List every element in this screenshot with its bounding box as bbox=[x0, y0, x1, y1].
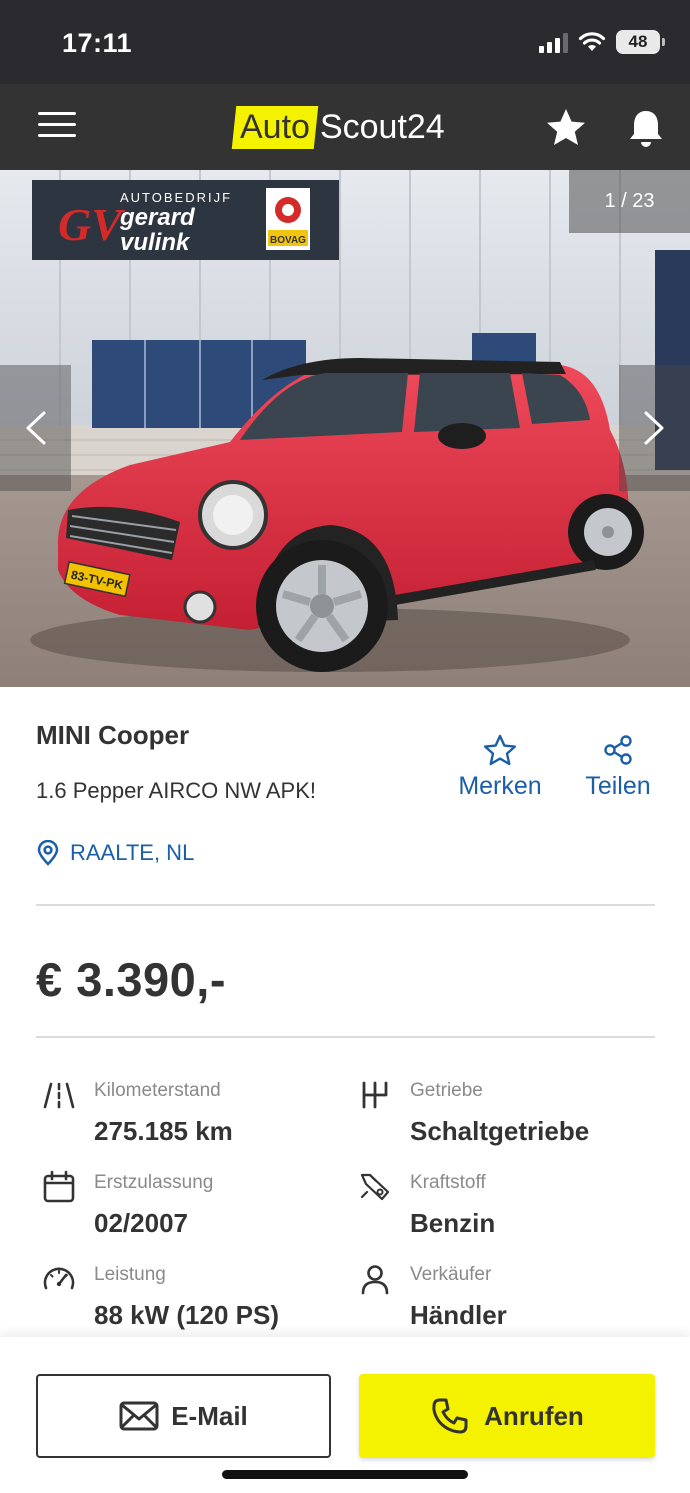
sign-line3: vulink bbox=[120, 229, 191, 256]
sign-line2: gerard bbox=[119, 204, 196, 231]
phone-icon bbox=[432, 1398, 468, 1434]
spec-seller: Verkäufer Händler bbox=[358, 1258, 658, 1338]
star-outline-icon bbox=[484, 734, 516, 766]
app-header: Auto Scout24 bbox=[0, 84, 690, 170]
chevron-left-icon bbox=[26, 411, 46, 445]
calendar-icon bbox=[43, 1170, 75, 1203]
save-listing-button[interactable]: Merken bbox=[452, 734, 548, 801]
spec-label: Erstzulassung bbox=[94, 1172, 214, 1193]
autoscout24-logo[interactable]: Auto Scout24 bbox=[231, 104, 445, 150]
home-indicator bbox=[222, 1470, 468, 1479]
spec-label: Leistung bbox=[94, 1264, 166, 1285]
spec-label: Getriebe bbox=[410, 1080, 483, 1101]
envelope-icon bbox=[119, 1401, 159, 1431]
previous-photo-button[interactable] bbox=[0, 365, 71, 491]
location-pin-icon bbox=[37, 840, 59, 866]
sign-badge: BOVAG bbox=[270, 235, 306, 246]
save-label: Merken bbox=[458, 772, 542, 800]
next-photo-button[interactable] bbox=[619, 365, 690, 491]
email-button-label: E-Mail bbox=[171, 1400, 248, 1431]
spec-value: Schaltgetriebe bbox=[410, 1116, 590, 1146]
spec-mileage: Kilometerstand 275.185 km bbox=[42, 1074, 342, 1154]
car-photo: GV AUTOBEDRIJF gerard vulink BOVAG 83-TV… bbox=[0, 170, 690, 687]
fuel-nozzle-icon bbox=[360, 1173, 390, 1201]
call-button-label: Anrufen bbox=[484, 1400, 584, 1431]
divider bbox=[36, 904, 655, 906]
spec-fuel: Kraftstoff Benzin bbox=[358, 1166, 658, 1246]
signal-icon bbox=[539, 31, 568, 53]
spec-first-registration: Erstzulassung 02/2007 bbox=[42, 1166, 342, 1246]
photo-counter: 1 / 23 bbox=[569, 170, 690, 233]
spec-value: 02/2007 bbox=[94, 1208, 188, 1238]
wifi-icon bbox=[578, 32, 606, 51]
spec-transmission: Getriebe Schaltgetriebe bbox=[358, 1074, 658, 1154]
status-time: 17:11 bbox=[62, 28, 133, 58]
spec-value: 88 kW (120 PS) bbox=[94, 1300, 279, 1330]
photo-gallery[interactable]: GV AUTOBEDRIJF gerard vulink BOVAG 83-TV… bbox=[0, 170, 690, 687]
gearshift-icon bbox=[362, 1081, 388, 1109]
status-bar: 17:11 48 bbox=[0, 0, 690, 84]
call-button[interactable]: Anrufen bbox=[359, 1374, 655, 1458]
spec-label: Kilometerstand bbox=[94, 1080, 221, 1101]
divider bbox=[36, 1036, 655, 1038]
spec-value: Händler bbox=[410, 1300, 507, 1330]
bell-icon[interactable] bbox=[624, 106, 668, 150]
location-link[interactable]: RAALTE, NL bbox=[36, 840, 194, 866]
spec-label: Kraftstoff bbox=[410, 1172, 486, 1193]
menu-icon[interactable] bbox=[38, 112, 76, 142]
spec-value: Benzin bbox=[410, 1208, 496, 1238]
share-button[interactable]: Teilen bbox=[580, 734, 656, 801]
spec-power: Leistung 88 kW (120 PS) bbox=[42, 1258, 342, 1338]
spec-value: 275.185 km bbox=[94, 1116, 233, 1146]
road-icon bbox=[43, 1082, 75, 1109]
listing-title: MINI Cooper bbox=[36, 720, 190, 750]
chevron-right-icon bbox=[644, 411, 664, 445]
location-text: RAALTE, NL bbox=[70, 840, 195, 865]
svg-text:GV: GV bbox=[58, 199, 125, 250]
star-icon[interactable] bbox=[544, 106, 588, 150]
person-icon bbox=[361, 1265, 389, 1295]
share-icon bbox=[604, 735, 632, 765]
price: € 3.390,- bbox=[36, 953, 227, 1006]
speedometer-icon bbox=[43, 1267, 75, 1290]
spec-label: Verkäufer bbox=[410, 1264, 492, 1285]
status-indicators: 48 bbox=[539, 30, 665, 54]
bottom-action-bar: E-Mail Anrufen bbox=[0, 1337, 690, 1493]
battery-icon: 48 bbox=[616, 30, 665, 54]
sign-line1: AUTOBEDRIJF bbox=[120, 190, 232, 205]
email-button[interactable]: E-Mail bbox=[36, 1374, 331, 1458]
logo-auto-text: Auto bbox=[240, 107, 310, 146]
listing-subtitle: 1.6 Pepper AIRCO NW APK! bbox=[36, 778, 317, 803]
share-label: Teilen bbox=[585, 772, 651, 800]
logo-scout-text: Scout24 bbox=[319, 107, 445, 146]
